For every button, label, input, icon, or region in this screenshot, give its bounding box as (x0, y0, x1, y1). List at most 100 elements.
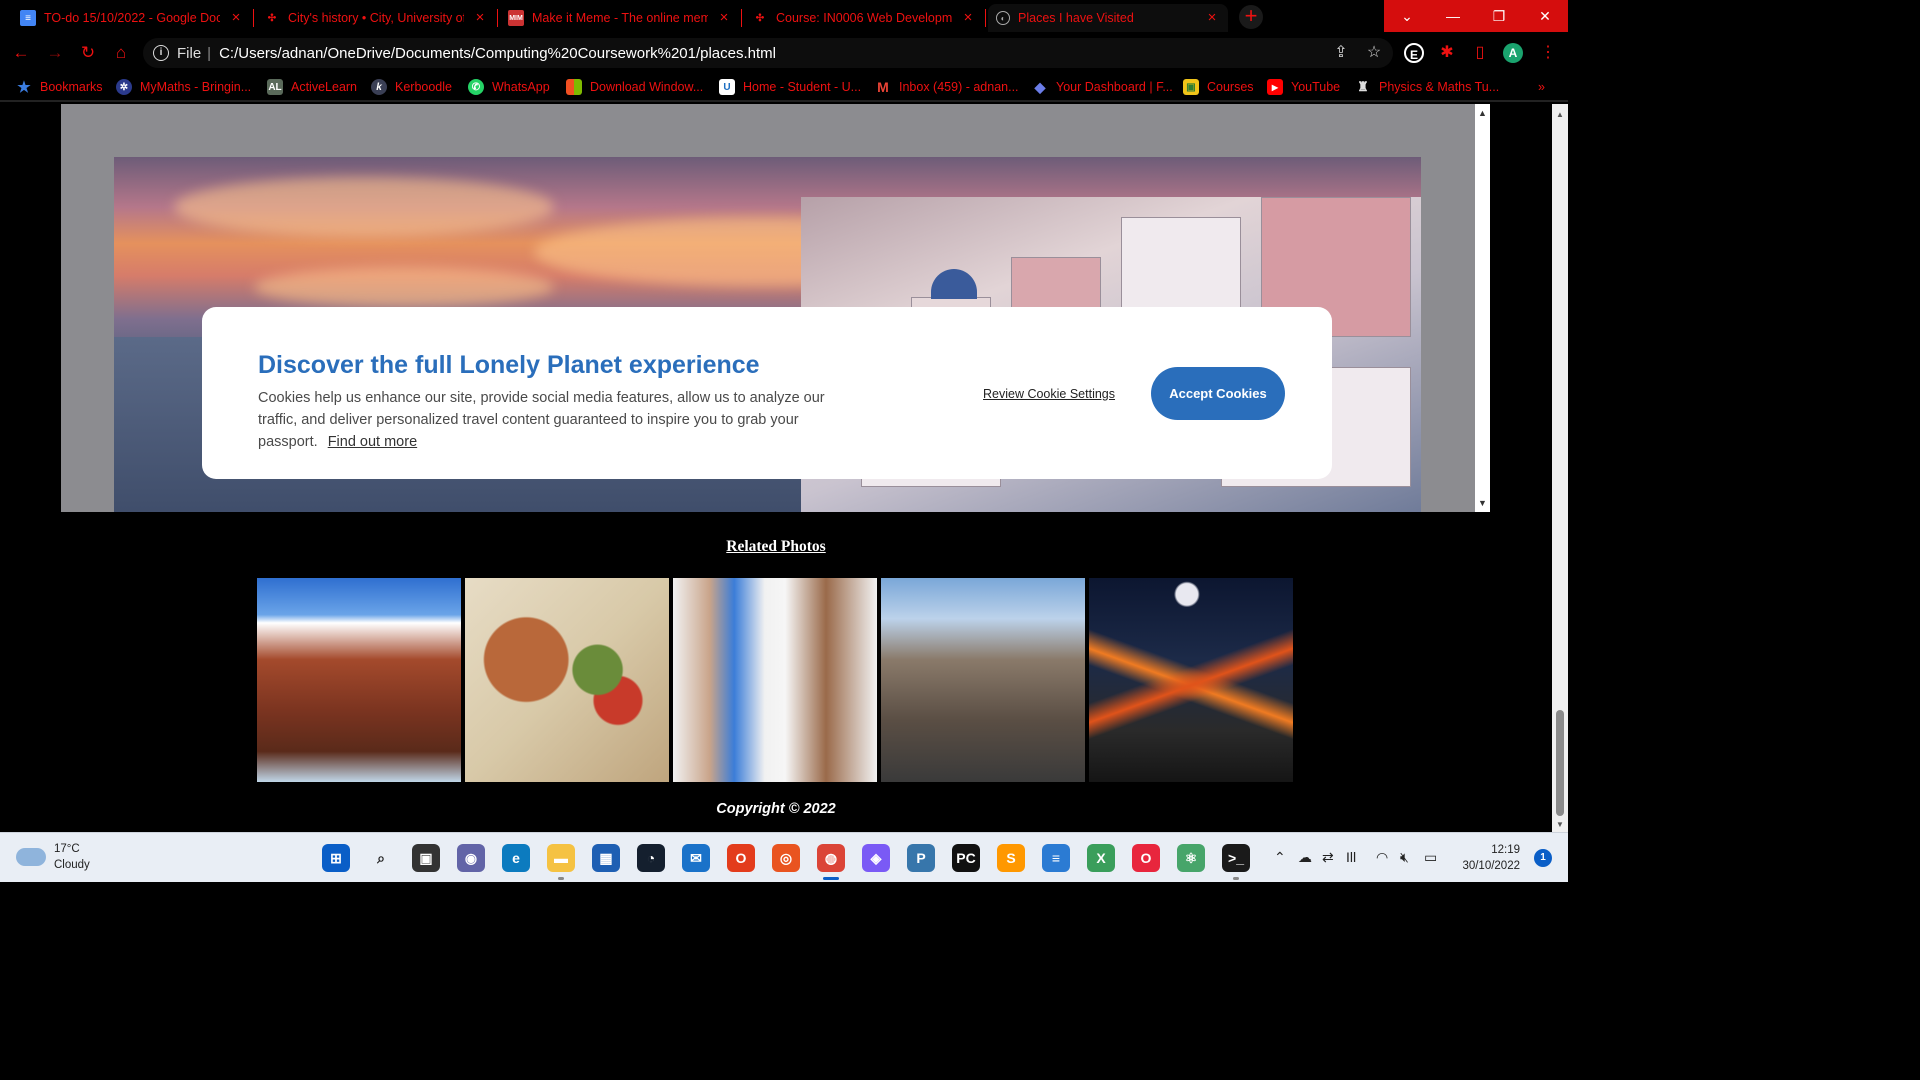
notepad-icon[interactable]: ≡ (1042, 844, 1070, 872)
xcode-icon[interactable]: X (1087, 844, 1115, 872)
close-icon[interactable]: × (960, 10, 976, 26)
terminal-icon[interactable]: >_ (1222, 844, 1250, 872)
system-clock[interactable]: 12:19 30/10/2022 (1462, 842, 1520, 874)
find-out-more-link[interactable]: Find out more (328, 434, 417, 450)
weather-widget[interactable]: 17°C Cloudy (16, 841, 90, 873)
scrollbar-thumb[interactable] (1556, 710, 1564, 816)
bookmark-item-courses[interactable]: ▣ Courses (1183, 78, 1254, 96)
page-viewport: Discover the full Lonely Planet experien… (0, 104, 1552, 832)
accept-cookies-button[interactable]: Accept Cookies (1151, 367, 1285, 420)
bookmark-star-icon[interactable]: ☆ (1363, 42, 1385, 64)
sublime-icon[interactable]: S (997, 844, 1025, 872)
python-icon[interactable]: P (907, 844, 935, 872)
address-divider: | (207, 44, 212, 62)
restore-button[interactable]: ❐ (1476, 0, 1522, 32)
bookmark-item-dashboard[interactable]: ◆ Your Dashboard | F... (1032, 78, 1173, 96)
bookmark-item-mymaths[interactable]: ✲ MyMaths - Bringin... (116, 78, 251, 96)
search-icon[interactable]: ⌕ (367, 844, 395, 872)
profile-avatar[interactable]: A (1503, 43, 1523, 63)
bookmark-item-activelearn[interactable]: AL ActiveLearn (267, 78, 357, 96)
close-window-button[interactable]: ✕ (1522, 0, 1568, 32)
close-icon[interactable]: × (228, 10, 244, 26)
page-scrollbar[interactable]: ▲ ▼ (1552, 104, 1568, 832)
bookmark-label: Kerboodle (395, 80, 452, 94)
office-icon[interactable]: O (727, 844, 755, 872)
scroll-up-icon[interactable]: ▲ (1478, 108, 1487, 118)
file-explorer-icon[interactable]: ▬ (547, 844, 575, 872)
opera-icon[interactable]: O (1132, 844, 1160, 872)
embedded-lonely-planet-frame[interactable]: Discover the full Lonely Planet experien… (61, 104, 1490, 512)
teams-chat-icon[interactable]: ◉ (457, 844, 485, 872)
forward-button[interactable]: → (44, 42, 66, 64)
double-chevron-icon: » (1538, 80, 1545, 94)
bookmark-item-whatsapp[interactable]: ✆ WhatsApp (468, 78, 550, 96)
close-icon: ✕ (1539, 7, 1551, 24)
back-button[interactable]: ← (10, 42, 32, 64)
share-icon[interactable]: ⇪ (1330, 42, 1352, 64)
network-meter-icon[interactable]: Ill (1346, 849, 1356, 865)
close-icon[interactable]: × (472, 10, 488, 26)
notification-badge[interactable]: 1 (1534, 849, 1552, 867)
start-icon[interactable]: ⊞ (322, 844, 350, 872)
tab-search-button[interactable]: ⌄ (1384, 0, 1430, 32)
chrome-icon[interactable]: ◍ (817, 844, 845, 872)
bookmark-item-bookmarks[interactable]: ★ Bookmarks (16, 78, 103, 96)
close-icon[interactable]: × (1204, 10, 1220, 26)
battery-icon[interactable]: ▭ (1424, 849, 1437, 866)
speedtest-icon[interactable]: ◔ (637, 844, 665, 872)
atom-icon[interactable]: ⚛ (1177, 844, 1205, 872)
info-icon[interactable]: i (153, 45, 169, 61)
tab-todo-doc[interactable]: ≡ TO-do 15/10/2022 - Google Doc × (12, 4, 252, 32)
home-icon: ⌂ (115, 43, 127, 62)
side-panel-icon[interactable]: ▯ (1469, 42, 1491, 64)
window-controls: ⌄ — ❐ ✕ (1384, 0, 1568, 32)
new-tab-button[interactable]: + (1239, 5, 1263, 29)
task-view-icon[interactable]: ▣ (412, 844, 440, 872)
tab-city-history[interactable]: ✣ City's history • City, University of × (256, 4, 496, 32)
extension-e-icon[interactable]: E (1404, 43, 1424, 63)
menu-kebab-icon[interactable]: ⋮ (1537, 42, 1559, 64)
ubuntu-icon[interactable]: ◎ (772, 844, 800, 872)
more-bookmarks-button[interactable]: » (1538, 78, 1545, 96)
extensions-puzzle-icon[interactable]: ✱ (1436, 42, 1458, 64)
photo-alley-shops[interactable] (673, 578, 877, 782)
address-bar[interactable]: i File | C:/Users/adnan/OneDrive/Documen… (143, 38, 1393, 68)
gmail-icon: M (877, 79, 889, 95)
photo-red-beach[interactable] (257, 578, 461, 782)
running-indicator (1233, 877, 1239, 880)
scroll-up-icon[interactable]: ▲ (1556, 110, 1564, 119)
tab-places-visited[interactable]: ◐ Places I have Visited × (988, 4, 1228, 32)
volume-muted-icon[interactable]: 🔇︎ (1400, 849, 1409, 866)
onedrive-icon[interactable]: ☁ (1298, 849, 1312, 866)
show-hidden-icons-icon[interactable]: ⌃ (1274, 849, 1286, 866)
pycharm-icon[interactable]: PC (952, 844, 980, 872)
reload-button[interactable]: ↻ (77, 42, 99, 64)
bookmark-label: Courses (1207, 80, 1254, 94)
bookmark-label: Bookmarks (40, 80, 103, 94)
bookmark-item-gmail[interactable]: M Inbox (459) - adnan... (875, 78, 1018, 96)
sync-icon[interactable]: ⇄ (1322, 849, 1334, 866)
tab-course-web-dev[interactable]: ✣ Course: IN0006 Web Developme × (744, 4, 984, 32)
bookmark-item-kerboodle[interactable]: k Kerboodle (371, 78, 452, 96)
photo-volcano-eruption[interactable] (1089, 578, 1293, 782)
close-icon[interactable]: × (716, 10, 732, 26)
wifi-icon[interactable]: ◠ (1376, 849, 1388, 866)
bookmark-item-unifrog[interactable]: U Home - Student - U... (719, 78, 861, 96)
store-icon[interactable]: ▦ (592, 844, 620, 872)
review-cookie-settings-link[interactable]: Review Cookie Settings (983, 387, 1115, 401)
edge-icon[interactable]: e (502, 844, 530, 872)
minimize-button[interactable]: — (1430, 0, 1476, 32)
photo-gyros-wrap[interactable] (465, 578, 669, 782)
scroll-down-icon[interactable]: ▼ (1478, 498, 1487, 508)
bookmark-item-youtube[interactable]: ▶ YouTube (1267, 78, 1340, 96)
moodle-icon: ✣ (755, 12, 765, 24)
bookmark-item-download-windows[interactable]: Download Window... (566, 78, 703, 96)
home-button[interactable]: ⌂ (110, 42, 132, 64)
frame-scrollbar[interactable]: ▲ ▼ (1475, 104, 1490, 512)
mail-icon[interactable]: ✉ (682, 844, 710, 872)
brave-icon[interactable]: ◈ (862, 844, 890, 872)
tab-make-it-meme[interactable]: MIM Make it Meme - The online mem × (500, 4, 740, 32)
photo-donkeys-cliff[interactable] (881, 578, 1085, 782)
scroll-down-icon[interactable]: ▼ (1556, 820, 1564, 829)
bookmark-item-pmt[interactable]: ♜ Physics & Maths Tu... (1355, 78, 1499, 96)
